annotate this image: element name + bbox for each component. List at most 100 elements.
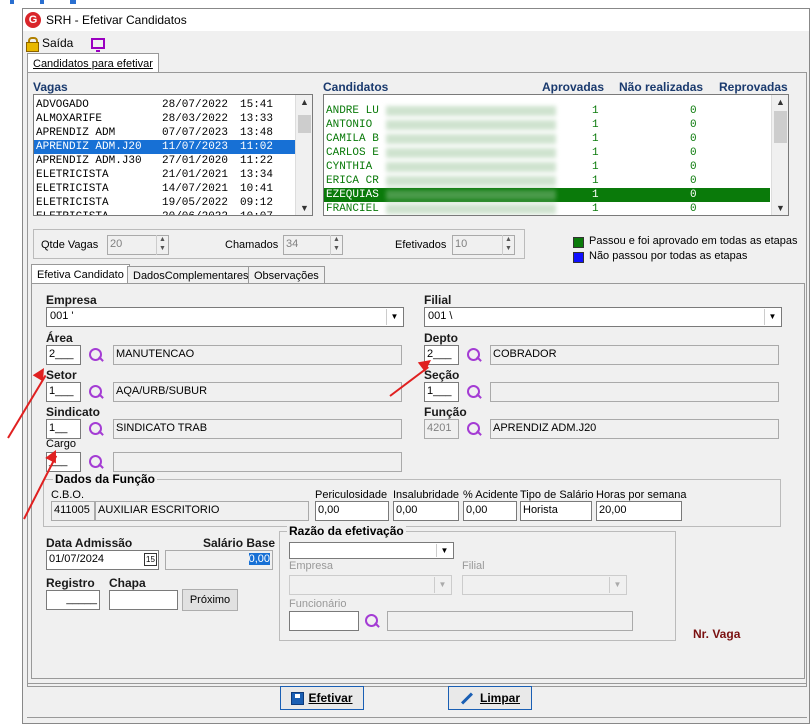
area-search-icon[interactable] (87, 346, 105, 364)
acidente-label: % Acidente (463, 489, 519, 501)
sindicato-label: Sindicato (46, 405, 101, 419)
spinner-icon[interactable]: ▲ ▼ (156, 235, 168, 255)
vaga-row[interactable]: ALMOXARIFE 28/03/2022 13:33 (34, 112, 312, 126)
redacted-name (386, 134, 556, 144)
candidato-row[interactable]: CARLOS E 1 0 (324, 146, 770, 160)
vaga-name: ADVOGADO (36, 99, 89, 111)
nr-vaga-label: Nr. Vaga (693, 627, 741, 641)
vaga-time: 11:02 (240, 141, 274, 153)
candidato-name: EZEQUIAS (326, 189, 379, 201)
candidatos-list[interactable]: ANDRE LU 1 0 ANTONIO 1 0 CAMILA B 1 0 CARLOS E10C… (323, 94, 789, 216)
cargo-desc-field (113, 452, 402, 472)
candidato-aprovadas: 1 (592, 161, 599, 173)
razao-funcionario-code[interactable] (289, 611, 359, 631)
tab-efetiva-candidato[interactable]: Efetiva Candidato (31, 264, 130, 284)
exit-button[interactable]: Saída (42, 36, 73, 50)
depto-search-icon[interactable] (465, 346, 483, 364)
funcionario-search-icon[interactable] (363, 612, 381, 630)
candidato-name: ANTONIO (326, 119, 373, 131)
secao-code-field[interactable]: 1___ (424, 382, 459, 402)
candidato-name: FRANCIEL (326, 203, 379, 215)
limpar-button[interactable]: Limpar (448, 686, 532, 710)
tab-dados-complementares[interactable]: DadosComplementares (127, 266, 255, 284)
data-admissao-field[interactable]: 01/07/2024 (46, 550, 159, 570)
registro-field[interactable]: _____ (46, 590, 100, 610)
razao-funcionario-label: Funcionário (289, 598, 347, 610)
data-admissao-label: Data Admissão (46, 536, 133, 550)
acidente-field[interactable]: 0,00 (463, 501, 517, 521)
cbo-label: C.B.O. (51, 489, 85, 501)
tipo-salario-label: Tipo de Salário (520, 489, 594, 501)
redacted-name (386, 120, 556, 130)
vaga-row[interactable]: APRENDIZ ADM.J30 27/01/2020 11:22 (34, 154, 312, 168)
cbo-desc-field: AUXILIAR ESCRITORIO (95, 501, 309, 521)
sindicato-search-icon[interactable] (87, 420, 105, 438)
vaga-name: ALMOXARIFE (36, 113, 103, 125)
insalubridade-field[interactable]: 0,00 (393, 501, 459, 521)
horas-label: Horas por semana (596, 489, 687, 501)
secao-search-icon[interactable] (465, 383, 483, 401)
candidato-row[interactable]: CYNTHIA 1 0 (324, 160, 770, 174)
candidato-row[interactable]: ANTONIO 1 0 (324, 118, 770, 132)
cargo-search-icon[interactable] (87, 453, 105, 471)
vaga-row[interactable]: ELETRICISTA 21/01/2021 13:34 (34, 168, 312, 182)
filial-value: 001 \ (428, 310, 453, 322)
funcao-search-icon[interactable] (465, 420, 483, 438)
candidato-name: CAMILA B (326, 133, 379, 145)
depto-label: Depto (424, 331, 458, 345)
vaga-row[interactable]: ELETRICISTA 20/06/2022 10:07 (34, 210, 312, 215)
tab-observacoes[interactable]: Observações (248, 266, 325, 284)
vaga-row[interactable]: ELETRICISTA 14/07/2021 10:41 (34, 182, 312, 196)
tipo-salario-field[interactable]: Horista (520, 501, 592, 521)
chapa-field[interactable] (109, 590, 178, 610)
setor-code-field[interactable]: 1___ (46, 382, 81, 402)
empresa-select[interactable]: 001 ' ▼ (46, 307, 404, 327)
setor-search-icon[interactable] (87, 383, 105, 401)
candidato-row[interactable]: CAMILA B 1 0 (324, 132, 770, 146)
funcao-desc-field: APRENDIZ ADM.J20 (490, 419, 779, 439)
scroll-down-icon[interactable]: ▼ (296, 201, 312, 215)
horas-field[interactable]: 20,00 (596, 501, 682, 521)
area-code-field[interactable]: 2___ (46, 345, 81, 365)
calendar-icon[interactable]: 15 (144, 553, 157, 566)
chevron-down-icon: ▼ (386, 309, 402, 325)
redacted-name (386, 106, 556, 116)
lock-icon (26, 36, 39, 52)
candidato-nao-realizadas: 0 (690, 105, 697, 117)
vaga-time: 10:41 (240, 183, 274, 195)
scroll-up-icon[interactable]: ▲ (296, 95, 312, 109)
vaga-row[interactable]: ELETRICISTA 19/05/2022 09:12 (34, 196, 312, 210)
candidato-row[interactable]: ERICA CR 1 0 (324, 174, 770, 188)
scroll-down-icon[interactable]: ▼ (772, 201, 788, 215)
dados-funcao-title: Dados da Função (53, 472, 158, 486)
candidato-row[interactable]: EZEQUIAS 1 0 (324, 188, 770, 202)
razao-select[interactable]: ▼ (289, 542, 454, 559)
vagas-scrollbar[interactable]: ▲ ▼ (295, 95, 312, 215)
scroll-up-icon[interactable]: ▲ (772, 95, 788, 109)
candidato-aprovadas: 1 (592, 105, 599, 117)
scroll-thumb[interactable] (298, 115, 311, 133)
footer-separator (27, 683, 807, 684)
monitor-icon[interactable] (91, 37, 106, 52)
sindicato-code-field[interactable]: 1__ (46, 419, 81, 439)
chevron-down-icon: ▼ (764, 309, 780, 325)
vaga-row[interactable]: APRENDIZ ADM 07/07/2023 13:48 (34, 126, 312, 140)
redacted-name (386, 162, 556, 172)
spinner-icon[interactable]: ▲ ▼ (502, 235, 514, 255)
tab-candidatos-para-efetivar[interactable]: Candidatos para efetivar (27, 53, 159, 73)
scroll-thumb[interactable] (774, 111, 787, 143)
app-logo-icon: G (25, 12, 41, 28)
vaga-date: 28/03/2022 (162, 113, 229, 125)
vaga-row[interactable]: ADVOGADO 28/07/2022 15:41 (34, 98, 312, 112)
filial-select[interactable]: 001 \ ▼ (424, 307, 782, 327)
vagas-list[interactable]: ADVOGADO 28/07/2022 15:41 ALMOXARIFE 28/03/2… (33, 94, 313, 216)
spinner-icon[interactable]: ▲ ▼ (330, 235, 342, 255)
candidato-row[interactable]: ANDRE LU 1 0 (324, 104, 770, 118)
proximo-button[interactable]: Próximo (182, 589, 238, 611)
efetivar-button[interactable]: Efetivar (280, 686, 364, 710)
vaga-row[interactable]: APRENDIZ ADM.J20 11/07/2023 11:02 (34, 140, 312, 154)
chevron-down-icon: ▼ (609, 577, 625, 593)
candidatos-scrollbar[interactable]: ▲ ▼ (771, 95, 788, 215)
periculosidade-field[interactable]: 0,00 (315, 501, 389, 521)
candidato-row[interactable]: FRANCIEL 1 0 (324, 202, 770, 215)
